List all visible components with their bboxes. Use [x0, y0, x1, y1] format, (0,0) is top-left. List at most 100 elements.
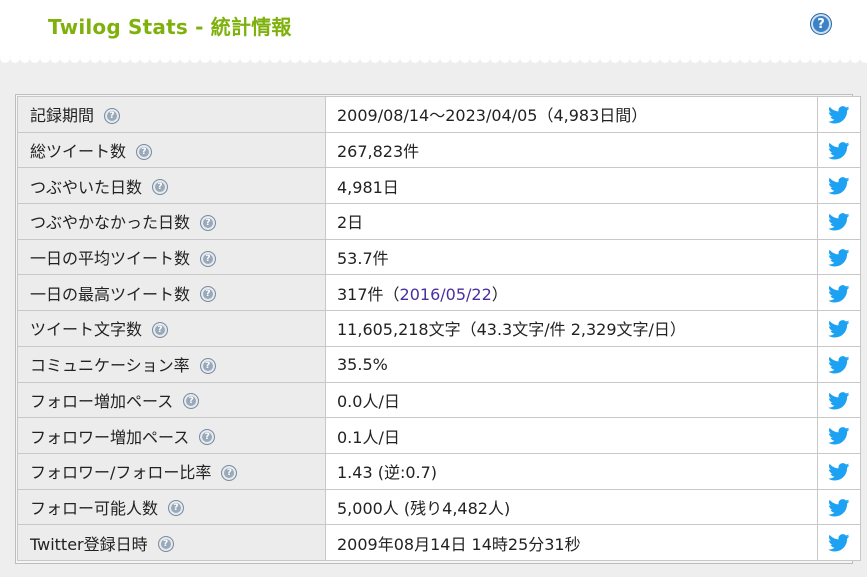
stat-value-cell: 2009年08月14日 14時25分31秒 [325, 524, 818, 561]
stat-label-cell: フォロー可能人数? [17, 488, 326, 526]
twitter-bird-icon[interactable] [828, 355, 850, 374]
max-tweet-date-link[interactable]: 2016/05/22 [400, 285, 492, 304]
question-circle-icon[interactable]: ? [183, 393, 200, 410]
stat-value: 267,823件 [337, 142, 420, 162]
twitter-bird-icon[interactable] [828, 534, 850, 552]
stat-value: 2009/08/14〜2023/04/05（4,983日間） [337, 106, 648, 126]
share-cell [817, 345, 861, 383]
table-row: フォロー可能人数? 5,000人 (残り4,482人) [17, 488, 861, 526]
share-cell [817, 131, 861, 169]
stat-value: 53.7件 [337, 249, 389, 269]
stat-value-cell: 1.43 (逆:0.7) [325, 452, 818, 490]
twitter-bird-icon[interactable] [828, 177, 850, 195]
question-circle-icon[interactable]: ? [104, 107, 121, 124]
question-circle-icon[interactable]: ? [152, 321, 169, 338]
twitter-bird-icon[interactable] [828, 141, 850, 160]
stat-label-cell: 総ツイート数? [17, 131, 326, 169]
question-circle-icon[interactable]: ? [157, 536, 174, 553]
stat-label: フォロー可能人数 [30, 498, 159, 518]
help-icon[interactable]: ? [810, 13, 832, 35]
stat-label-cell: つぶやいた日数? [17, 167, 326, 205]
twitter-bird-icon[interactable] [828, 427, 850, 445]
stat-value: 1.43 (逆:0.7) [337, 463, 438, 483]
stat-label-cell: フォロワー増加ペース? [17, 417, 326, 454]
table-row: Twitter登録日時? 2009年08月14日 14時25分31秒 [17, 524, 861, 561]
share-cell [817, 238, 861, 276]
table-row: 記録期間? 2009/08/14〜2023/04/05（4,983日間） [17, 96, 861, 133]
stat-value-cell: 0.1人/日 [325, 417, 818, 454]
stat-value-cell: 53.7件 [325, 238, 818, 276]
share-cell [817, 381, 861, 419]
table-row: 総ツイート数? 267,823件 [17, 131, 861, 169]
stat-label-cell: フォロワー/フォロー比率? [17, 452, 326, 490]
stat-label-cell: つぶやかなかった日数? [17, 203, 326, 240]
stat-label: 一日の平均ツイート数 [30, 249, 191, 269]
share-cell [817, 167, 861, 205]
stat-label-cell: コミュニケーション率? [17, 345, 326, 383]
stat-value: 0.0人/日 [337, 391, 400, 411]
stat-value-cell: 4,981日 [325, 167, 818, 205]
stat-value: 0.1人/日 [337, 427, 400, 447]
stat-value-suffix: ） [491, 284, 508, 304]
table-row: コミュニケーション率? 35.5% [17, 345, 861, 383]
stat-label: つぶやいた日数 [30, 177, 143, 197]
stat-value-cell: 317件（2016/05/22） [325, 274, 818, 312]
stats-table: 記録期間? 2009/08/14〜2023/04/05（4,983日間） 総ツイート… [17, 96, 861, 561]
stat-label: 記録期間 [30, 106, 95, 126]
stat-label: コミュニケーション率 [30, 356, 190, 376]
share-cell [817, 452, 861, 490]
stat-label-cell: Twitter登録日時? [17, 524, 326, 561]
stat-value-cell: 35.5% [325, 345, 818, 383]
twitter-bird-icon[interactable] [828, 391, 850, 410]
stat-value-cell: 267,823件 [325, 131, 818, 169]
stat-value: 2009年08月14日 14時25分31秒 [337, 534, 581, 554]
table-row: フォロワー増加ペース? 0.1人/日 [17, 417, 861, 454]
stat-label: ツイート文字数 [30, 320, 143, 340]
share-cell [817, 96, 861, 133]
stat-value-cell: 5,000人 (残り4,482人) [325, 488, 818, 526]
question-circle-icon[interactable]: ? [200, 214, 217, 231]
question-circle-icon[interactable]: ? [199, 429, 216, 446]
question-circle-icon[interactable]: ? [152, 179, 169, 196]
table-row: つぶやかなかった日数? 2日 [17, 203, 861, 240]
twitter-bird-icon[interactable] [828, 463, 850, 481]
stat-value-cell: 2日 [325, 203, 818, 240]
stat-label: 総ツイート数 [30, 142, 127, 162]
stat-label-cell: 一日の平均ツイート数? [17, 238, 326, 276]
stat-value: 11,605,218文字（43.3文字/件 2,329文字/日） [337, 320, 686, 340]
twitter-bird-icon[interactable] [828, 106, 850, 124]
question-circle-icon[interactable]: ? [200, 286, 217, 303]
stat-value: 5,000人 (残り4,482人) [337, 498, 511, 518]
table-row: 一日の最高ツイート数? 317件（2016/05/22） [17, 274, 861, 312]
stat-label: フォロー増加ペース [30, 391, 174, 411]
table-row: 一日の平均ツイート数? 53.7件 [17, 238, 861, 276]
stat-value-cell: 2009/08/14〜2023/04/05（4,983日間） [325, 96, 818, 133]
twitter-bird-icon[interactable] [828, 284, 850, 303]
stat-label-cell: 一日の最高ツイート数? [17, 274, 326, 312]
twitter-bird-icon[interactable] [828, 248, 850, 267]
table-row: フォロー増加ペース? 0.0人/日 [17, 381, 861, 419]
table-row: つぶやいた日数? 4,981日 [17, 167, 861, 205]
share-cell [817, 203, 861, 240]
twitter-bird-icon[interactable] [828, 498, 850, 517]
question-circle-icon[interactable]: ? [136, 143, 153, 160]
stat-value: 4,981日 [337, 177, 399, 197]
question-circle-icon[interactable]: ? [199, 357, 216, 374]
twitter-bird-icon[interactable] [828, 213, 850, 231]
share-cell [817, 524, 861, 561]
stat-value-prefix: 317件（ [337, 284, 400, 304]
stat-label: フォロワー/フォロー比率 [30, 463, 212, 483]
table-row: ツイート文字数? 11,605,218文字（43.3文字/件 2,329文字/日） [17, 310, 861, 347]
stat-label-cell: ツイート文字数? [17, 310, 326, 347]
share-cell [817, 488, 861, 526]
page-title: Twilog Stats - 統計情報 [48, 15, 292, 39]
stat-label: Twitter登録日時 [30, 534, 148, 554]
stat-label-cell: フォロー増加ペース? [17, 381, 326, 419]
question-circle-icon[interactable]: ? [200, 250, 217, 267]
table-row: フォロワー/フォロー比率? 1.43 (逆:0.7) [17, 452, 861, 490]
stat-value: 35.5% [337, 354, 388, 374]
stat-value-cell: 11,605,218文字（43.3文字/件 2,329文字/日） [325, 310, 818, 347]
question-circle-icon[interactable]: ? [221, 464, 238, 481]
question-circle-icon[interactable]: ? [168, 500, 185, 517]
twitter-bird-icon[interactable] [828, 320, 850, 338]
